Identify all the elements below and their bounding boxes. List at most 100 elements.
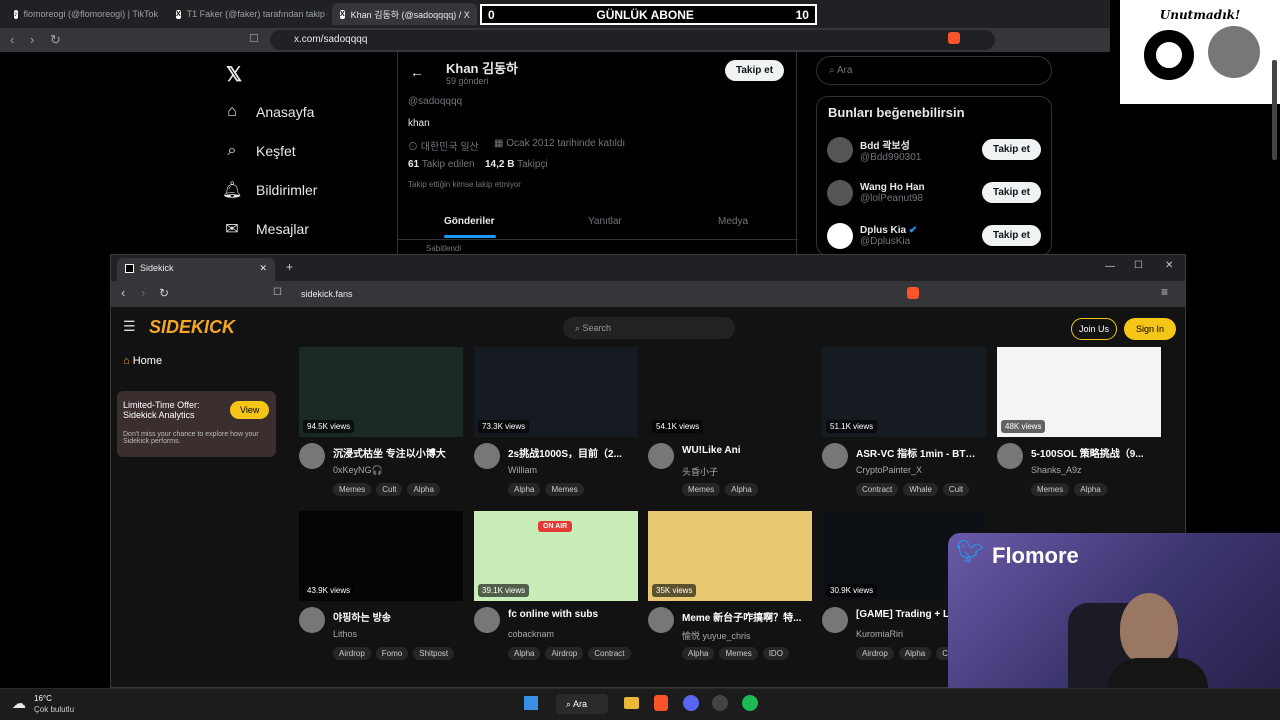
follow-button[interactable]: Takip et — [981, 225, 1041, 246]
weather-text[interactable]: Çok bulutlu — [34, 705, 74, 714]
stream-title[interactable]: ASR-VC 指标 1min - BTC... — [856, 445, 978, 460]
tag[interactable]: IDO — [762, 647, 789, 660]
avatar[interactable] — [299, 607, 325, 633]
tab-media[interactable]: Medya — [718, 216, 748, 227]
stream-author[interactable]: 愉悦 yuyue_chris — [682, 629, 751, 642]
tag[interactable]: Memes — [545, 483, 584, 496]
stream-thumbnail[interactable]: 43.9K views — [299, 511, 463, 601]
tab-faker[interactable]: X T1 Faker (@faker) tarafından takip ed — [168, 3, 328, 25]
follow-button[interactable]: Takip et — [725, 60, 785, 81]
followers-stat[interactable]: 14,2 B Takipçi — [485, 159, 548, 170]
brave-taskbar-icon[interactable] — [654, 695, 668, 711]
stream-card[interactable]: 35K views Meme 新台子咋搞啊？特... 愉悦 yuyue_chris A… — [648, 511, 812, 660]
discord-icon[interactable] — [683, 695, 699, 711]
scrollbar[interactable] — [1272, 60, 1277, 160]
tag[interactable]: Cult — [376, 483, 403, 496]
tab-tiktok[interactable]: ♪ flomoreogi (@flomoreogi) | TikTok — [6, 3, 166, 25]
avatar[interactable] — [997, 443, 1023, 469]
stream-thumbnail[interactable]: 48K views — [997, 347, 1161, 437]
hamburger-icon[interactable]: ☰ — [123, 318, 136, 335]
tab-replies[interactable]: Yanıtlar — [588, 216, 622, 227]
stream-thumbnail[interactable]: 54.1K views — [648, 347, 812, 437]
reload-icon[interactable]: ↻ — [159, 286, 169, 300]
back-address-bar[interactable]: x.com/sadoqqqq — [270, 30, 995, 50]
forward-icon[interactable]: › — [30, 32, 34, 47]
stream-card[interactable]: 73.3K views 2s挑战1000S，目前（2... William Alpha… — [474, 347, 638, 496]
tag[interactable]: Alpha — [725, 483, 758, 496]
suggestion-item[interactable]: Wang Ho Han @lolPeanut98 Takip et — [817, 171, 1051, 214]
back-arrow-icon[interactable]: ← — [410, 64, 424, 80]
stream-author[interactable]: 0xKeyNG🎧 — [333, 465, 383, 476]
nav-messages[interactable]: ✉ Mesajlar — [222, 209, 392, 248]
tab-khan[interactable]: X Khan 김동하 (@sadoqqqq) / X — [332, 3, 477, 25]
brave-icon[interactable] — [948, 32, 960, 44]
tag[interactable]: Contract — [588, 647, 631, 660]
stream-title[interactable]: 야핑하는 방송 — [333, 609, 455, 624]
tag[interactable]: Shitpost — [413, 647, 455, 660]
tag[interactable]: Airdrop — [545, 647, 584, 660]
stream-title[interactable]: Meme 新台子咋搞啊？特... — [682, 609, 804, 624]
back-icon[interactable]: ‹ — [121, 285, 125, 300]
stream-thumbnail[interactable]: 94.5K views — [299, 347, 463, 437]
stream-card[interactable]: 94.5K views 沉浸式枯坐 专注以小博大 0xKeyNG🎧 Memes Cult… — [299, 347, 463, 496]
tag[interactable]: Alpha — [898, 647, 932, 660]
avatar[interactable] — [648, 607, 674, 633]
twitter-search[interactable]: ⌕ Ara — [816, 56, 1052, 85]
stream-author[interactable]: KuromiaRiri — [856, 629, 903, 639]
nav-notifications[interactable]: 🔔︎ Bildirimler — [222, 170, 392, 209]
stream-title[interactable]: 沉浸式枯坐 专注以小博大 — [333, 445, 455, 460]
suggestion-item[interactable]: Dplus Kia ✔ @DplusKia Takip et — [817, 214, 1051, 255]
tag[interactable]: Fomo — [375, 647, 409, 660]
menu-icon[interactable]: ≡ — [1161, 285, 1168, 299]
avatar[interactable] — [648, 443, 674, 469]
tag[interactable]: Alpha — [508, 647, 541, 660]
search-input[interactable]: ⌕ Search — [563, 317, 735, 339]
x-logo-icon[interactable]: 𝕏 — [226, 62, 242, 87]
follow-button[interactable]: Takip et — [981, 182, 1041, 203]
tag[interactable]: Memes — [333, 483, 372, 496]
tag[interactable]: Alpha — [682, 647, 715, 660]
bookmark-icon[interactable]: ☐ — [273, 287, 282, 298]
close-tab-icon[interactable]: ✕ — [259, 263, 267, 274]
stream-card[interactable]: 43.9K views 야핑하는 방송 Lithos Airdrop Fomo Shitp… — [299, 511, 463, 660]
bookmark-icon[interactable]: ☐ — [249, 32, 259, 45]
tag[interactable]: Whale — [903, 483, 938, 496]
stream-title[interactable]: fc online with subs — [508, 609, 630, 620]
offer-view-button[interactable]: View — [230, 401, 270, 419]
stream-author[interactable]: cobacknam — [508, 629, 554, 639]
stream-title[interactable]: 2s挑战1000S，目前（2... — [508, 445, 630, 460]
stream-thumbnail[interactable]: 39.1K views ON AIR — [474, 511, 638, 601]
sidekick-logo[interactable]: SIDEKICK — [149, 317, 235, 338]
tag[interactable]: Memes — [719, 647, 758, 660]
stream-thumbnail[interactable]: 73.3K views — [474, 347, 638, 437]
sidebar-item-home[interactable]: ⌂ Home — [123, 355, 162, 367]
spotify-icon[interactable] — [742, 695, 758, 711]
taskbar-search[interactable]: ⌕ Ara — [556, 694, 608, 714]
avatar[interactable] — [474, 607, 500, 633]
avatar[interactable] — [822, 607, 848, 633]
minimize-button[interactable]: — — [1105, 261, 1115, 272]
stream-card[interactable]: 48K views 5-100SOL 策略挑战（9... Shanks_A9z Mem… — [997, 347, 1161, 496]
forward-icon[interactable]: › — [141, 285, 145, 300]
stream-author[interactable]: CryptoPainter_X — [856, 465, 922, 475]
settings-taskbar-icon[interactable] — [712, 695, 728, 711]
stream-card[interactable]: 54.1K views WU!Like Ani 头昏小子 Memes Alpha — [648, 347, 812, 496]
stream-author[interactable]: 头昏小子 — [682, 465, 718, 478]
tag[interactable]: Contract — [856, 483, 899, 496]
tag[interactable]: Alpha — [407, 483, 440, 496]
new-tab-icon[interactable]: + — [286, 260, 293, 274]
file-explorer-icon[interactable] — [624, 697, 639, 709]
join-button[interactable]: Join Us — [1071, 318, 1118, 340]
front-address-bar[interactable]: sidekick.fans — [291, 284, 931, 304]
tab-posts[interactable]: Gönderiler — [444, 216, 495, 227]
back-icon[interactable]: ‹ — [10, 32, 14, 47]
stream-thumbnail[interactable]: 35K views — [648, 511, 812, 601]
following-stat[interactable]: 61 Takip edilen — [408, 159, 475, 170]
tag[interactable]: Airdrop — [856, 647, 894, 660]
stream-title[interactable]: 5-100SOL 策略挑战（9... — [1031, 445, 1153, 460]
tag[interactable]: Memes — [682, 483, 721, 496]
stream-card[interactable]: 51.1K views ASR-VC 指标 1min - BTC... Crypto… — [822, 347, 986, 496]
nav-home[interactable]: ⌂ Anasayfa — [222, 92, 392, 131]
tab-sidekick[interactable]: Sidekick ✕ — [117, 258, 275, 281]
stream-title[interactable]: WU!Like Ani — [682, 445, 804, 456]
